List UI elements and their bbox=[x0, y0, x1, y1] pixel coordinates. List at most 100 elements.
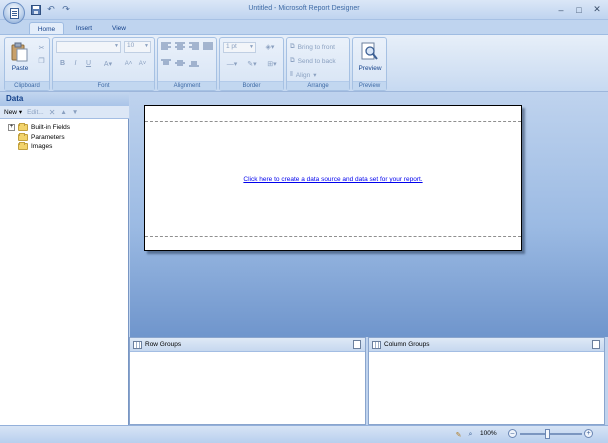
align-middle-icon[interactable] bbox=[175, 59, 186, 68]
alignment-group-label: Alignment bbox=[158, 81, 216, 90]
title-bar: Untitled - Microsoft Report Designer ↶ ↷… bbox=[0, 0, 608, 20]
preview-group: Preview Preview bbox=[352, 37, 387, 91]
align-left-icon[interactable] bbox=[161, 42, 172, 51]
underline-button[interactable]: U bbox=[83, 58, 94, 69]
font-color-button[interactable]: A▾ bbox=[99, 58, 117, 69]
application-menu-button[interactable] bbox=[3, 2, 25, 24]
chevron-down-icon: ▾ bbox=[313, 72, 317, 79]
design-view-icon[interactable]: ✎ bbox=[453, 429, 464, 440]
border-width-combobox[interactable]: 1 pt ▼ bbox=[223, 42, 256, 53]
row-groups-options-icon[interactable] bbox=[353, 340, 361, 349]
close-button[interactable]: ✕ bbox=[589, 3, 605, 16]
border-color-icon[interactable]: ✎▾ bbox=[244, 59, 260, 70]
tree-item-parameters[interactable]: Parameters bbox=[18, 133, 65, 142]
font-size-combobox[interactable]: 10 ▼ bbox=[124, 41, 151, 53]
ribbon: Paste ✂ ❐ Clipboard ▼ 10 ▼ B I U A▾ A˄ A… bbox=[0, 34, 608, 92]
column-groups-pane: Column Groups bbox=[368, 337, 605, 425]
arrange-group-label: Arrange bbox=[287, 81, 349, 90]
folder-icon bbox=[18, 123, 28, 131]
fill-color-button[interactable]: ◈▾ bbox=[260, 41, 280, 52]
shrink-font-button[interactable]: A˅ bbox=[137, 58, 148, 69]
report-body[interactable]: Click here to create a data source and d… bbox=[144, 105, 522, 251]
folder-icon bbox=[18, 133, 28, 141]
data-pane: Data New ▾ Edit... ✕ ▲ ▼ + Built-in Fiel… bbox=[0, 92, 129, 425]
preview-button[interactable]: Preview bbox=[355, 41, 385, 79]
align-button[interactable]: ⫴ Align ▾ bbox=[290, 70, 348, 80]
design-surface: Click here to create a data source and d… bbox=[130, 92, 608, 337]
align-label: Align bbox=[295, 71, 311, 79]
horizontal-align-buttons bbox=[161, 42, 215, 52]
redo-icon[interactable]: ↷ bbox=[60, 4, 72, 16]
font-group: ▼ 10 ▼ B I U A▾ A˄ A˅ Font bbox=[52, 37, 155, 91]
header-separator bbox=[145, 121, 521, 122]
italic-button[interactable]: I bbox=[70, 58, 81, 69]
border-width-value: 1 pt bbox=[226, 43, 237, 50]
zoom-out-button[interactable]: – bbox=[508, 429, 517, 438]
bring-to-front-button[interactable]: ⧉ Bring to front bbox=[290, 42, 348, 52]
borders-icon[interactable]: ⊞▾ bbox=[264, 59, 280, 70]
tree-item-label: Built-in Fields bbox=[31, 124, 71, 131]
create-data-source-link[interactable]: Click here to create a data source and d… bbox=[145, 176, 521, 183]
border-style-icon[interactable]: —▾ bbox=[224, 59, 240, 70]
data-pane-title: Data bbox=[0, 92, 129, 106]
preview-icon bbox=[361, 42, 378, 60]
data-toolbar: New ▾ Edit... ✕ ▲ ▼ bbox=[0, 106, 129, 119]
zoom-slider-thumb[interactable] bbox=[545, 429, 550, 439]
move-down-icon[interactable]: ▼ bbox=[72, 109, 78, 116]
move-up-icon[interactable]: ▲ bbox=[60, 109, 66, 116]
tree-item-images[interactable]: Images bbox=[18, 142, 52, 151]
font-name-combobox[interactable]: ▼ bbox=[56, 41, 121, 53]
edit-button[interactable]: Edit... bbox=[27, 109, 44, 116]
row-groups-pane: Row Groups bbox=[129, 337, 366, 425]
zoom-level: 100% bbox=[480, 430, 497, 437]
delete-icon[interactable]: ✕ bbox=[49, 108, 56, 117]
grid-icon bbox=[372, 340, 381, 349]
align-right-icon[interactable] bbox=[189, 42, 200, 51]
align-bottom-icon[interactable] bbox=[189, 59, 200, 68]
cut-icon[interactable]: ✂ bbox=[36, 42, 47, 53]
ribbon-tabs: Home Insert View bbox=[0, 20, 608, 35]
bold-button[interactable]: B bbox=[57, 58, 68, 69]
save-icon[interactable] bbox=[30, 4, 42, 16]
zoom-in-button[interactable]: + bbox=[584, 429, 593, 438]
expand-icon[interactable]: + bbox=[8, 124, 15, 131]
tree-item-built-in-fields[interactable]: + Built-in Fields bbox=[8, 123, 70, 132]
border-group: 1 pt ▼ ◈▾ —▾ ✎▾ ⊞▾ Border bbox=[219, 37, 284, 91]
align-top-icon[interactable] bbox=[161, 59, 172, 68]
send-to-back-icon: ⧉ bbox=[290, 57, 295, 64]
align-center-icon[interactable] bbox=[175, 42, 186, 51]
grow-font-button[interactable]: A˄ bbox=[123, 58, 134, 69]
font-size-value: 10 bbox=[127, 42, 135, 49]
bring-to-front-label: Bring to front bbox=[297, 43, 335, 51]
undo-icon[interactable]: ↶ bbox=[45, 4, 57, 16]
status-bar: ✎ ⌕ 100% – + bbox=[0, 425, 608, 443]
chevron-down-icon: ▼ bbox=[249, 44, 254, 50]
column-groups-options-icon[interactable] bbox=[592, 340, 600, 349]
preview-group-label: Preview bbox=[353, 81, 386, 90]
chevron-down-icon: ▼ bbox=[144, 43, 149, 49]
arrange-group: ⧉ Bring to front ⧉ Send to back ⫴ Align … bbox=[286, 37, 350, 91]
zoom-slider-track[interactable] bbox=[520, 433, 582, 435]
paste-label: Paste bbox=[11, 65, 29, 72]
chevron-down-icon: ▼ bbox=[114, 43, 119, 49]
copy-icon[interactable]: ❐ bbox=[36, 55, 47, 66]
row-groups-header: Row Groups bbox=[130, 338, 365, 352]
send-to-back-label: Send to back bbox=[297, 57, 336, 65]
clipboard-group: Paste ✂ ❐ Clipboard bbox=[4, 37, 50, 91]
maximize-button[interactable]: □ bbox=[571, 3, 587, 16]
border-style-buttons: —▾ ✎▾ ⊞▾ bbox=[224, 59, 280, 69]
minimize-button[interactable]: – bbox=[553, 3, 569, 16]
vertical-align-buttons bbox=[161, 59, 215, 69]
report-app-icon bbox=[10, 8, 19, 19]
justify-icon[interactable] bbox=[203, 42, 214, 51]
new-button[interactable]: New ▾ bbox=[4, 108, 22, 116]
paste-button[interactable]: Paste bbox=[8, 41, 32, 77]
column-groups-header: Column Groups bbox=[369, 338, 604, 352]
send-to-back-button[interactable]: ⧉ Send to back bbox=[290, 56, 348, 66]
footer-separator bbox=[145, 236, 521, 237]
preview-view-icon[interactable]: ⌕ bbox=[465, 429, 476, 440]
paste-icon bbox=[11, 42, 28, 62]
tree-item-label: Parameters bbox=[31, 134, 65, 141]
grid-icon bbox=[133, 340, 142, 349]
bring-to-front-icon: ⧉ bbox=[290, 43, 295, 50]
